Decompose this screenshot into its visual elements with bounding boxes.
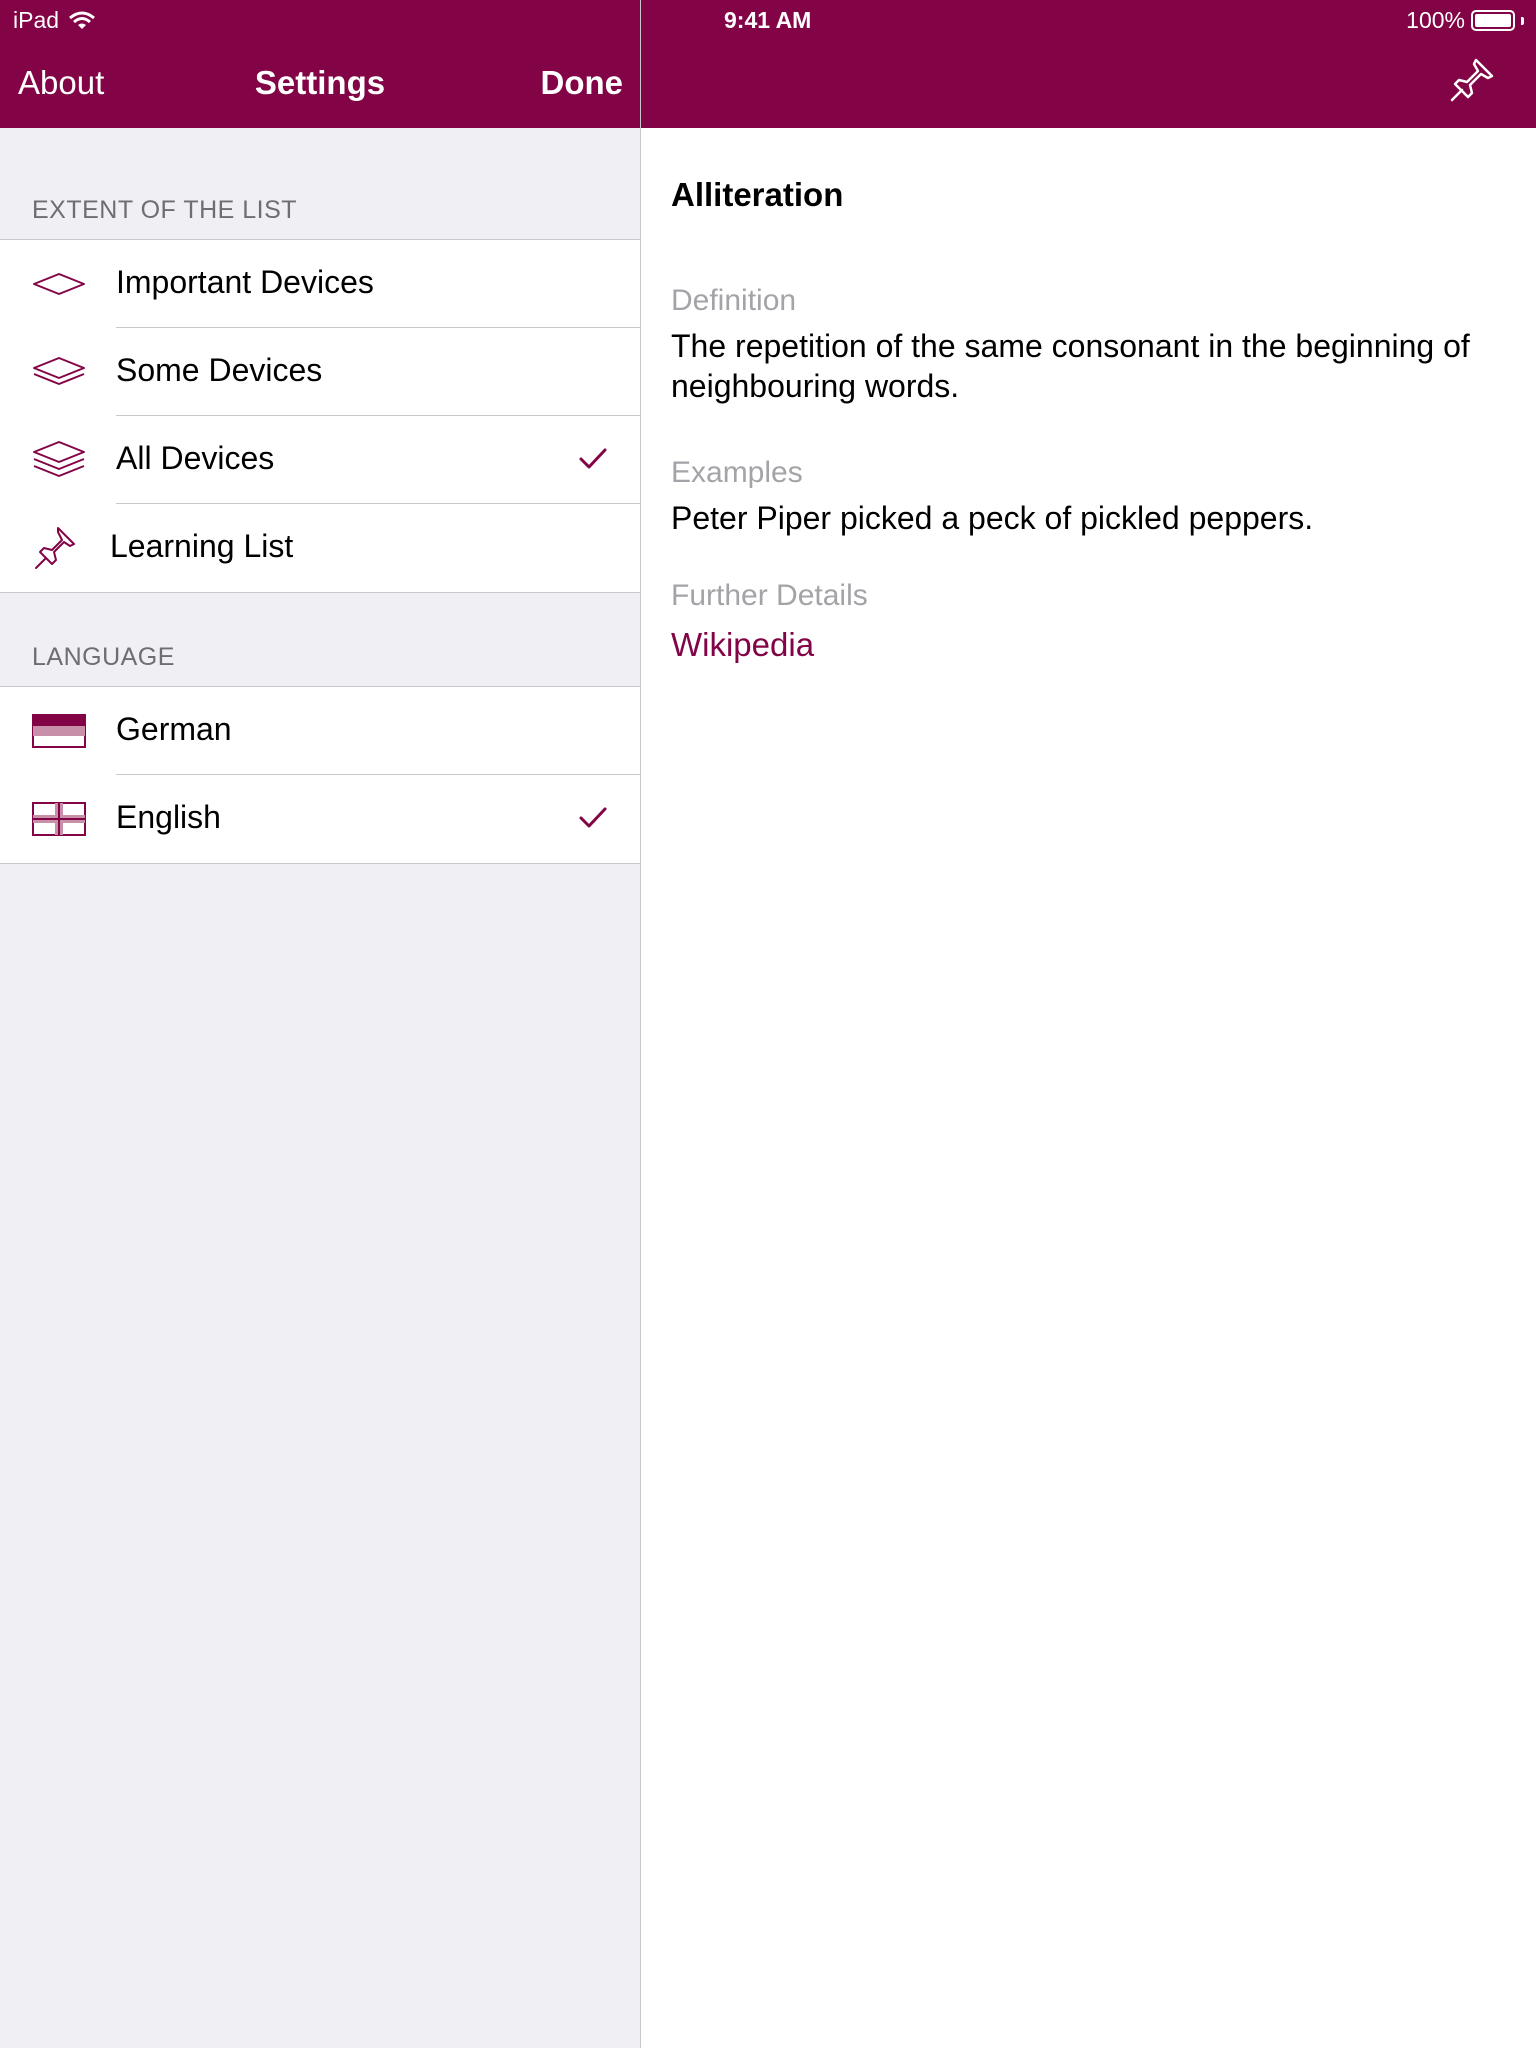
english-flag-icon — [32, 802, 86, 836]
row-label: Some Devices — [116, 352, 323, 388]
row-important-devices[interactable]: Important Devices — [0, 240, 640, 328]
carrier-label: iPad — [13, 7, 60, 33]
checkmark-icon — [579, 807, 607, 828]
definition-text: The repetition of the same consonant in … — [671, 328, 1470, 404]
status-bar: iPad 9:41 AM 100% — [0, 0, 1536, 40]
wifi-icon — [69, 11, 96, 29]
wikipedia-link[interactable]: Wikipedia — [671, 626, 814, 664]
pin-icon[interactable] — [1448, 56, 1496, 104]
single-layer-icon — [33, 273, 85, 295]
definition-label: Definition — [671, 284, 797, 317]
row-all-devices[interactable]: All Devices — [0, 416, 640, 504]
row-label: English — [116, 799, 221, 835]
battery-indicator: 100% — [1406, 7, 1524, 34]
settings-pane: EXTENT OF THE LIST Important Devices Som… — [0, 128, 640, 2048]
language-group: German English — [0, 686, 640, 864]
row-german[interactable]: German — [0, 687, 640, 775]
done-button[interactable]: Done — [541, 64, 624, 102]
status-time: 9:41 AM — [724, 7, 812, 33]
extent-group: Important Devices Some Devices All Devic… — [0, 239, 640, 593]
carrier-indicator: iPad — [13, 7, 96, 34]
checkmark-icon — [579, 448, 607, 469]
top-bar: iPad 9:41 AM 100% About Settings Done — [0, 0, 1536, 128]
german-flag-icon — [32, 714, 86, 748]
examples-label: Examples — [671, 456, 803, 489]
further-details-label: Further Details — [671, 579, 868, 612]
battery-percent: 100% — [1406, 7, 1465, 33]
battery-icon — [1471, 10, 1515, 31]
settings-nav-bar: About Settings Done — [0, 40, 640, 128]
row-some-devices[interactable]: Some Devices — [0, 328, 640, 416]
row-label: Learning List — [110, 528, 294, 564]
detail-pane: Alliteration Definition The repetition o… — [641, 128, 1536, 2048]
pin-icon — [35, 527, 75, 569]
term-title: Alliteration — [671, 176, 844, 213]
row-label: All Devices — [116, 440, 275, 476]
row-label: German — [116, 711, 232, 747]
row-label: Important Devices — [116, 264, 374, 300]
section-header-extent: EXTENT OF THE LIST — [32, 196, 298, 224]
section-header-language: LANGUAGE — [32, 643, 175, 671]
examples-text: Peter Piper picked a peck of pickled pep… — [671, 500, 1314, 536]
row-english[interactable]: English — [0, 775, 640, 863]
double-layer-icon — [33, 357, 85, 385]
row-learning-list[interactable]: Learning List — [0, 504, 640, 592]
triple-layer-icon — [33, 441, 85, 477]
